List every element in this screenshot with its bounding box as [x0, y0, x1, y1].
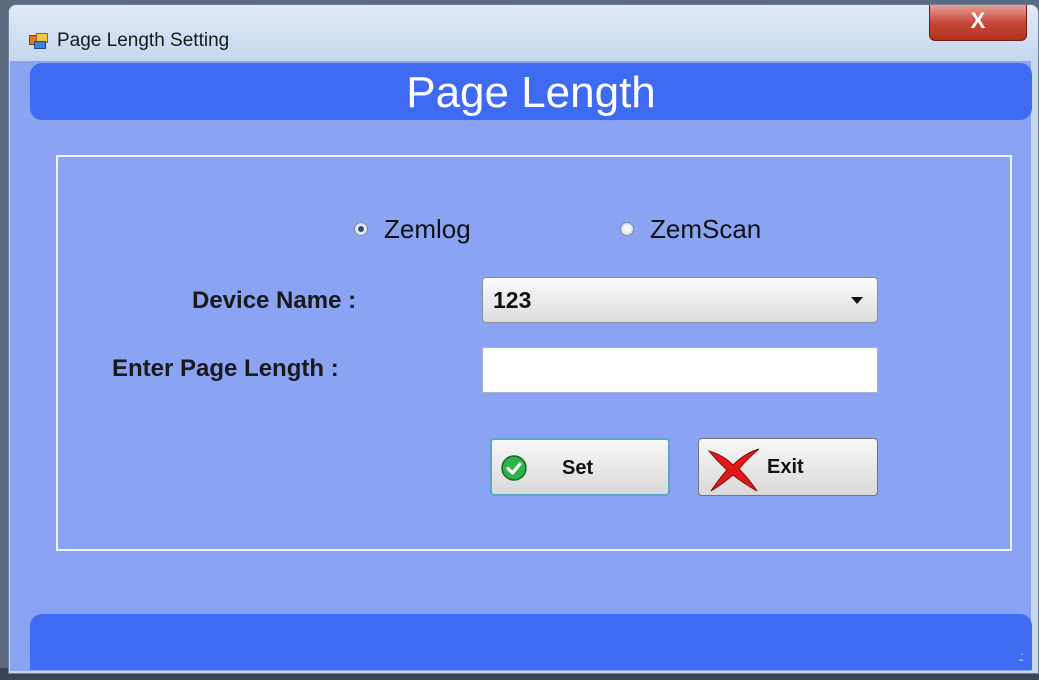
radio-selected-icon[interactable]: [354, 222, 368, 236]
window-title: Page Length Setting: [57, 30, 230, 51]
red-x-icon: [707, 448, 760, 492]
radio-zemscan[interactable]: ZemScan: [620, 211, 761, 247]
set-button[interactable]: Set: [490, 438, 670, 496]
resize-grip-icon[interactable]: .:: [1018, 648, 1024, 664]
device-name-label: Device Name :: [192, 287, 357, 314]
device-name-value: 123: [493, 287, 532, 313]
title-bar[interactable]: Page Length Setting X: [9, 5, 1038, 61]
close-button[interactable]: X: [929, 5, 1027, 41]
settings-panel: Zemlog ZemScan Device Name : 123 Enter P…: [56, 155, 1012, 551]
radio-zemscan-label[interactable]: ZemScan: [650, 214, 761, 245]
radio-unselected-icon[interactable]: [620, 222, 634, 236]
exit-button[interactable]: Exit: [698, 438, 878, 496]
dialog-window: Page Length Setting X Page Length Zemlog…: [8, 4, 1039, 674]
app-icon: [29, 33, 48, 49]
radio-zemlog[interactable]: Zemlog: [354, 211, 471, 247]
set-button-label: Set: [562, 457, 594, 479]
page-title: Page Length: [406, 68, 656, 117]
client-area: Page Length Zemlog ZemScan Device Name :…: [10, 61, 1032, 671]
device-name-dropdown[interactable]: 123: [482, 277, 878, 323]
page-length-input[interactable]: [482, 347, 878, 393]
chevron-down-icon[interactable]: [851, 297, 863, 304]
header-banner: Page Length: [30, 63, 1032, 120]
check-icon: [501, 455, 527, 481]
footer-bar: .:: [30, 614, 1032, 670]
page-length-label: Enter Page Length :: [112, 355, 339, 382]
radio-zemlog-label[interactable]: Zemlog: [384, 214, 471, 245]
exit-button-label: Exit: [767, 456, 804, 478]
